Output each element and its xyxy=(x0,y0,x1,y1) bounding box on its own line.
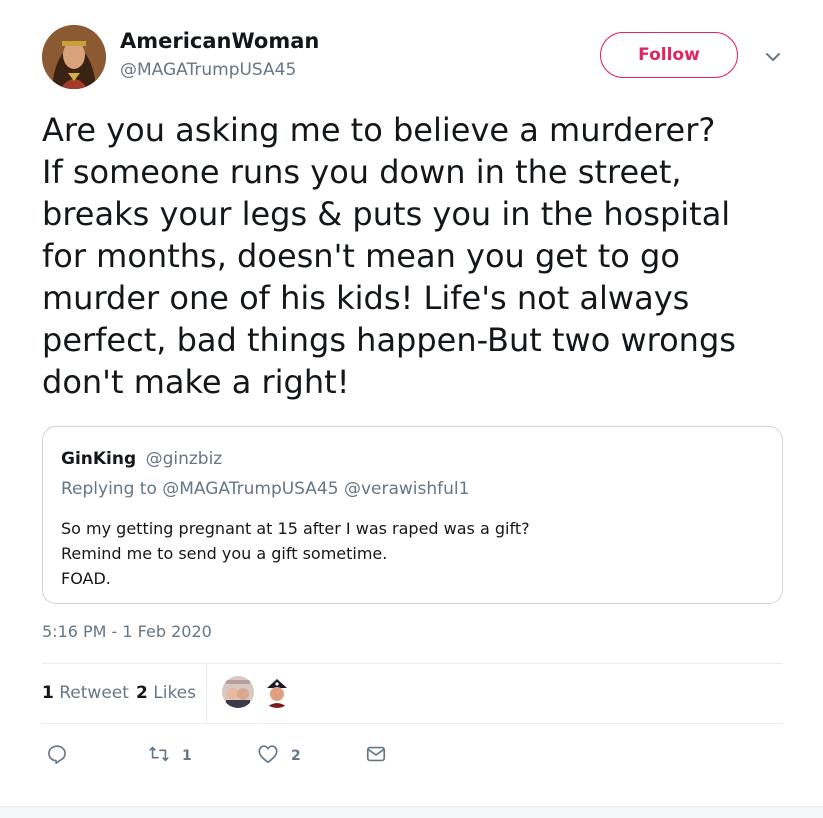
reply-icon xyxy=(46,743,68,769)
likes-stat-count: 2 xyxy=(136,683,148,703)
retweet-count: 1 xyxy=(182,748,192,764)
reply-button[interactable] xyxy=(46,744,68,768)
tweet-line: perfect, bad things happen-But two wrong… xyxy=(42,321,736,359)
tweet-line: murder one of his kids! Life's not alway… xyxy=(42,279,690,317)
tweet-line: Are you asking me to believe a murderer? xyxy=(42,111,716,149)
tweet-line: for months, doesn't mean you get to go xyxy=(42,237,680,275)
bottom-bar xyxy=(0,806,823,818)
divider xyxy=(42,723,783,724)
author-display-name[interactable]: AmericanWoman xyxy=(120,29,319,53)
quoted-author-handle: @ginzbiz xyxy=(145,449,223,469)
tweet-line: breaks your legs & puts you in the hospi… xyxy=(42,195,731,233)
divider xyxy=(42,663,783,664)
retweet-button[interactable]: 1 xyxy=(148,744,192,768)
quoted-text: So my getting pregnant at 15 after I was… xyxy=(61,516,530,591)
divider xyxy=(206,664,207,723)
direct-message-button[interactable] xyxy=(365,744,387,768)
follow-button[interactable]: Follow xyxy=(600,32,738,78)
retweet-icon xyxy=(148,743,170,769)
heart-icon xyxy=(257,743,279,769)
quoted-author-name: GinKing xyxy=(61,449,137,469)
tweet-text: Are you asking me to believe a murderer?… xyxy=(42,109,782,403)
tweet-line: If someone runs you down in the street, xyxy=(42,153,682,191)
replying-prefix: Replying to xyxy=(61,479,157,499)
tweet-timestamp[interactable]: 5:16 PM - 1 Feb 2020 xyxy=(42,622,212,641)
tweet-line: don't make a right! xyxy=(42,363,350,401)
quoted-header: GinKing @ginzbiz xyxy=(61,449,222,469)
mention-link[interactable]: @MAGATrumpUSA45 xyxy=(162,479,338,499)
quoted-line: FOAD. xyxy=(61,569,111,588)
likes-stat-label: Likes xyxy=(153,683,196,703)
quoted-tweet[interactable]: GinKing @ginzbiz Replying to @MAGATrumpU… xyxy=(42,426,783,604)
quoted-line: Remind me to send you a gift sometime. xyxy=(61,544,388,563)
quoted-line: So my getting pregnant at 15 after I was… xyxy=(61,519,530,538)
retweet-stat[interactable]: 1 Retweet xyxy=(42,683,129,703)
liker-avatar[interactable] xyxy=(261,676,293,708)
quoted-replying-to: Replying to @MAGATrumpUSA45 @verawishful… xyxy=(61,479,469,499)
likes-stat[interactable]: 2 Likes xyxy=(136,683,196,703)
chevron-down-icon[interactable] xyxy=(764,48,782,66)
like-button[interactable]: 2 xyxy=(257,744,301,768)
author-avatar[interactable] xyxy=(42,25,106,89)
like-count: 2 xyxy=(291,748,301,764)
retweet-stat-label: Retweet xyxy=(59,683,129,703)
mention-link[interactable]: @verawishful1 xyxy=(344,479,469,499)
envelope-icon xyxy=(365,743,387,769)
author-handle[interactable]: @MAGATrumpUSA45 xyxy=(120,60,296,80)
liker-avatar[interactable] xyxy=(222,676,254,708)
retweet-stat-count: 1 xyxy=(42,683,54,703)
